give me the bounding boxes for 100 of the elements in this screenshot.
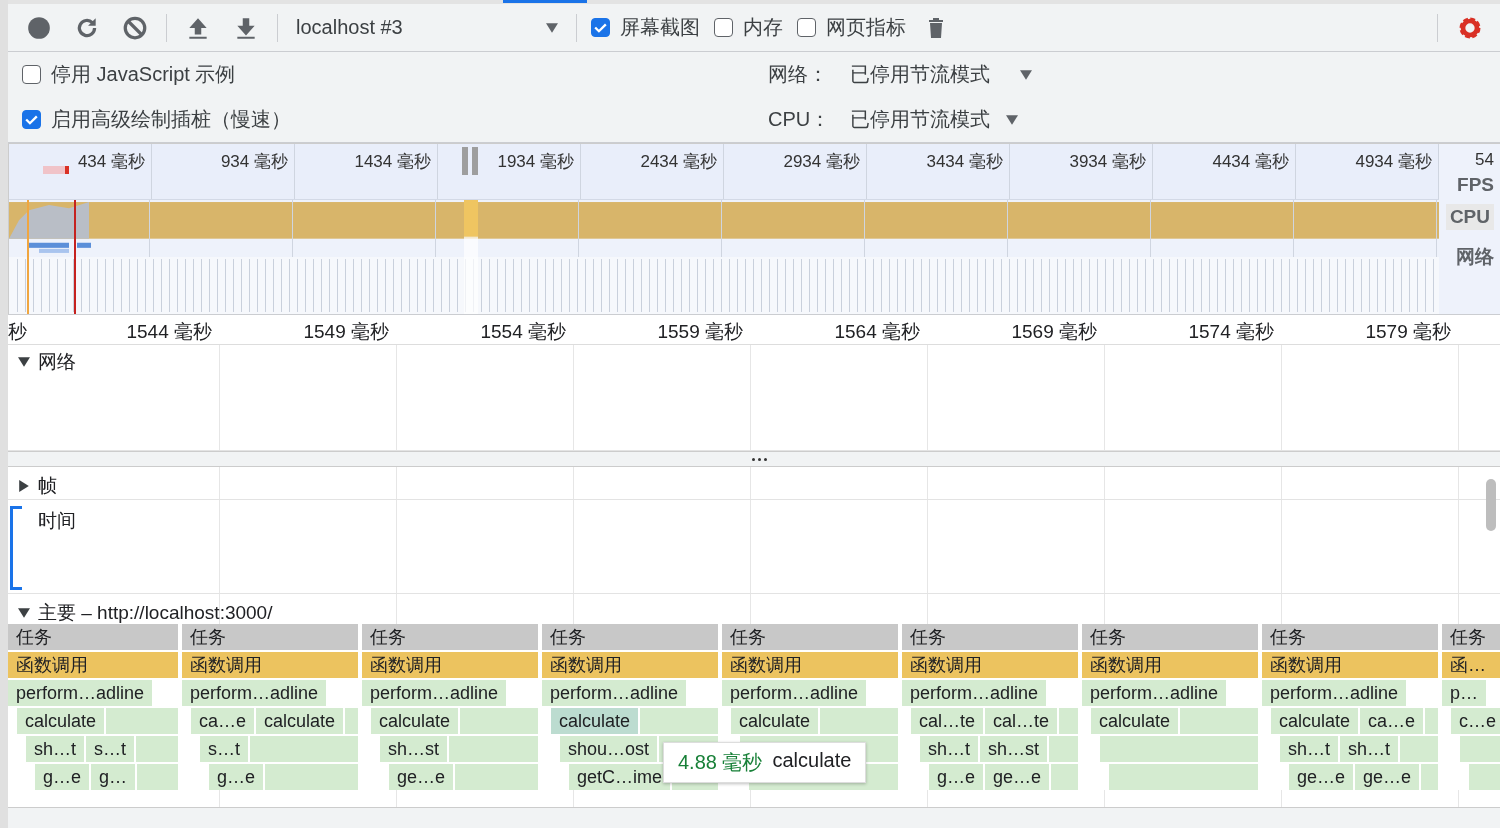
flame-block[interactable]: perform…adline	[182, 680, 327, 706]
flame-block[interactable]: perform…adline	[362, 680, 507, 706]
track-label: FPS	[1457, 174, 1494, 196]
flame-block[interactable]	[1180, 708, 1258, 734]
range-handle[interactable]	[462, 147, 478, 175]
function-call-block[interactable]: 函数调用	[362, 652, 538, 678]
function-call-block[interactable]: 函…	[1442, 652, 1500, 678]
time-label: 1564 毫秒	[833, 320, 921, 344]
flame-block[interactable]	[1469, 764, 1500, 790]
flame-block[interactable]: calculate	[551, 708, 639, 734]
flame-block[interactable]: calculate	[256, 708, 344, 734]
flame-block[interactable]	[449, 736, 538, 762]
flame-block[interactable]: calculate	[1091, 708, 1179, 734]
flame-block[interactable]	[1460, 736, 1500, 762]
throttle-select[interactable]: 已停用节流模式	[850, 61, 1032, 88]
task-block[interactable]: 任务	[902, 624, 1078, 650]
function-call-block[interactable]: 函数调用	[1082, 652, 1258, 678]
flame-block[interactable]: ge…e	[1289, 764, 1354, 790]
flame-block[interactable]: sh…t	[920, 736, 978, 762]
flame-block[interactable]: g…e	[35, 764, 90, 790]
expand-arrow-icon[interactable]	[18, 356, 30, 368]
task-block[interactable]: 任务	[542, 624, 718, 650]
flame-block[interactable]: getC…ime	[569, 764, 671, 790]
flame-block[interactable]: cal…te	[911, 708, 984, 734]
task-block[interactable]: 任务	[722, 624, 898, 650]
flame-block[interactable]	[106, 708, 178, 734]
flame-block[interactable]	[820, 708, 898, 734]
flame-block[interactable]: ge…e	[985, 764, 1050, 790]
flame-block[interactable]: sh…st	[380, 736, 447, 762]
flame-block[interactable]: calculate	[731, 708, 819, 734]
flame-block[interactable]	[250, 736, 358, 762]
flame-block[interactable]	[137, 764, 178, 790]
flame-block[interactable]: calculate	[17, 708, 105, 734]
checkbox[interactable]	[591, 18, 610, 37]
flame-block[interactable]	[1109, 764, 1258, 790]
checkbox[interactable]	[22, 65, 41, 84]
function-call-block[interactable]: 函数调用	[8, 652, 178, 678]
flame-block[interactable]: perform…adline	[8, 680, 153, 706]
throttle-select[interactable]: 已停用节流模式	[850, 106, 1018, 133]
tick-label: 934 毫秒	[152, 144, 295, 199]
flame-block[interactable]: g…e	[209, 764, 264, 790]
expand-arrow-icon[interactable]	[18, 480, 30, 492]
flame-block[interactable]	[1421, 764, 1438, 790]
flame-block[interactable]: sh…t	[1280, 736, 1338, 762]
flame-block[interactable]: perform…adline	[902, 680, 1047, 706]
task-block[interactable]: 任务	[362, 624, 538, 650]
flame-block[interactable]: p…	[1442, 680, 1486, 706]
task-block[interactable]: 任务	[1442, 624, 1500, 650]
flame-block[interactable]: ge…e	[1355, 764, 1420, 790]
flame-block[interactable]: sh…st	[980, 736, 1048, 762]
function-call-block[interactable]: 函数调用	[722, 652, 898, 678]
flame-block[interactable]	[345, 708, 358, 734]
flame-block[interactable]: perform…adline	[542, 680, 687, 706]
flame-block[interactable]: perform…adline	[1082, 680, 1227, 706]
flame-block[interactable]	[1059, 708, 1078, 734]
function-call-block[interactable]: 函数调用	[1262, 652, 1438, 678]
flame-block[interactable]	[640, 708, 718, 734]
function-call-block[interactable]: 函数调用	[902, 652, 1078, 678]
flame-block[interactable]: sh…t	[1340, 736, 1399, 762]
throttle-label: 网络：	[768, 62, 829, 87]
flame-block[interactable]	[1100, 736, 1258, 762]
task-block[interactable]: 任务	[1262, 624, 1438, 650]
flame-block[interactable]: calculate	[1271, 708, 1359, 734]
flame-block[interactable]	[460, 708, 538, 734]
flame-block[interactable]: ge…e	[389, 764, 454, 790]
flame-block[interactable]	[1425, 708, 1438, 734]
flame-block[interactable]: c…e	[1451, 708, 1500, 734]
flame-block[interactable]: perform…adline	[722, 680, 867, 706]
expand-arrow-icon[interactable]	[18, 607, 30, 619]
flame-block[interactable]: ca…e	[191, 708, 255, 734]
flame-block[interactable]	[455, 764, 538, 790]
function-call-block[interactable]: 函数调用	[182, 652, 358, 678]
flame-block[interactable]: calculate	[371, 708, 459, 734]
flame-block[interactable]	[1051, 764, 1078, 790]
checkbox[interactable]	[714, 18, 733, 37]
checkbox[interactable]	[22, 110, 41, 129]
flame-block[interactable]: perform…adline	[1262, 680, 1407, 706]
task-block[interactable]: 任务	[8, 624, 178, 650]
checkbox[interactable]	[797, 18, 816, 37]
clear-icon[interactable]	[122, 14, 148, 41]
profile-select[interactable]: localhost #3	[292, 16, 562, 39]
flame-block[interactable]	[1400, 736, 1438, 762]
flame-block[interactable]: s…t	[200, 736, 248, 762]
flame-block[interactable]	[1049, 736, 1078, 762]
flame-block[interactable]: ca…e	[1360, 708, 1424, 734]
function-call-block[interactable]: 函数调用	[542, 652, 718, 678]
flame-block[interactable]	[265, 764, 358, 790]
record-icon[interactable]	[26, 14, 52, 41]
task-block[interactable]: 任务	[182, 624, 358, 650]
flame-block[interactable]: g…	[91, 764, 136, 790]
flame-block[interactable]	[136, 736, 178, 762]
flame-block[interactable]: cal…te	[985, 708, 1058, 734]
task-block[interactable]: 任务	[1082, 624, 1258, 650]
flame-block[interactable]: g…e	[929, 764, 984, 790]
scrollbar-thumb[interactable]	[1486, 479, 1496, 531]
flame-block[interactable]: s…t	[86, 736, 135, 762]
time-label: 1569 毫秒	[1010, 320, 1098, 344]
marker-icon	[43, 166, 69, 174]
flame-block[interactable]: shou…ost	[560, 736, 658, 762]
flame-block[interactable]: sh…t	[26, 736, 84, 762]
